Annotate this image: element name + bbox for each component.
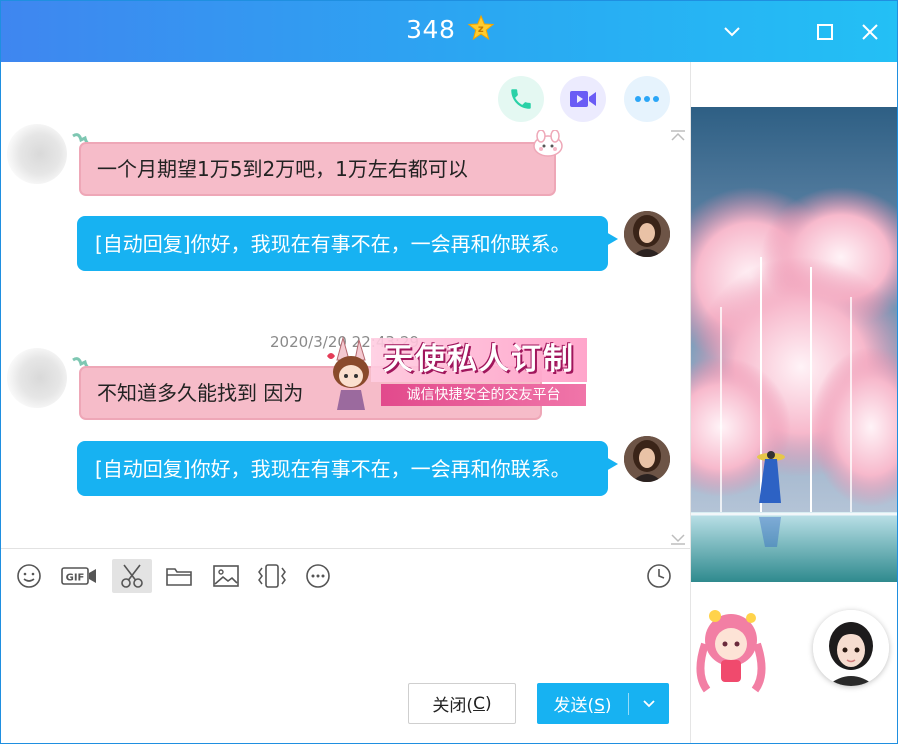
dropdown-button[interactable]: [719, 19, 745, 45]
friend-avatar-blurred[interactable]: [7, 348, 67, 408]
message-text: [自动回复]你好，我现在有事不在，一会再和你联系。: [95, 457, 571, 481]
message-bubble-received[interactable]: 一个月期望1万5到2万吧，1万左右都可以: [79, 142, 556, 196]
friend-avatar-blurred[interactable]: [7, 124, 67, 184]
message-text: [自动回复]你好，我现在有事不在，一会再和你联系。: [95, 232, 571, 256]
scroll-down-arrow-icon[interactable]: [669, 533, 687, 545]
message-text: 一个月期望1万5到2万吧，1万左右都可以: [97, 157, 468, 181]
message-input[interactable]: [11, 601, 681, 676]
bunny-sticker-icon: [533, 130, 563, 157]
maximize-button[interactable]: [812, 19, 838, 45]
smiley-icon: [17, 564, 41, 588]
my-avatar[interactable]: [624, 211, 670, 257]
folder-icon: [166, 568, 192, 586]
emoji-button[interactable]: [9, 559, 49, 593]
message-history-button[interactable]: [639, 559, 679, 593]
window-shake-button[interactable]: [252, 559, 292, 593]
friend-show-image[interactable]: [691, 107, 897, 582]
send-file-button[interactable]: [159, 559, 199, 593]
video-camera-icon: [570, 91, 596, 107]
svg-text:z: z: [478, 24, 484, 35]
send-image-button[interactable]: [206, 559, 246, 593]
more-tools-button[interactable]: [298, 559, 338, 593]
more-circle-icon: [306, 564, 330, 588]
bubble-tail: [606, 232, 618, 246]
send-label: 发送(S): [553, 696, 612, 716]
more-dots-icon: [635, 96, 659, 102]
close-button[interactable]: 关闭(C): [408, 683, 516, 724]
input-divider: [1, 548, 690, 549]
gif-icon: GIF: [61, 567, 96, 585]
video-call-button[interactable]: [560, 76, 606, 122]
friend-show-panel: [691, 62, 897, 743]
close-window-button[interactable]: [857, 19, 883, 45]
voice-call-button[interactable]: [498, 76, 544, 122]
chevron-down-icon: [724, 27, 740, 37]
title-area: 348 z: [1, 14, 897, 47]
maximize-icon: [817, 24, 833, 40]
watermark-overlay: 天使私人订制 诚信快捷安全的交友平台: [319, 336, 589, 412]
friend-3d-avatar[interactable]: [813, 610, 889, 686]
vibrate-icon: [258, 564, 286, 588]
message-text: 不知道多久能找到 因为: [97, 381, 304, 405]
scissors-icon: [121, 564, 143, 588]
send-button[interactable]: 发送(S): [537, 683, 669, 724]
svg-text:GIF: GIF: [66, 573, 85, 584]
bubble-tail: [606, 457, 618, 471]
watermark-title: 天使私人订制: [371, 338, 587, 382]
message-bubble-sent[interactable]: [自动回复]你好，我现在有事不在，一会再和你联系。: [77, 216, 608, 271]
screenshot-button[interactable]: [112, 559, 152, 593]
close-icon: [862, 24, 878, 40]
gif-button[interactable]: GIF: [59, 559, 99, 593]
send-options-button[interactable]: [629, 699, 669, 709]
message-list[interactable]: 一个月期望1万5到2万吧，1万左右都可以 [自动回复]你好，我现在有事不在，一会…: [1, 62, 690, 548]
window-title: 348: [406, 15, 456, 44]
title-bar[interactable]: 348 z: [1, 1, 897, 62]
more-actions-button[interactable]: [624, 76, 670, 122]
chat-window: 348 z 一个月期望1万5到2万吧，1万左右都可以 [自动回复]你好，我现在有…: [0, 0, 898, 744]
image-icon: [213, 565, 239, 587]
phone-icon: [511, 89, 531, 109]
vip-star-icon[interactable]: z: [467, 14, 495, 47]
watermark-subtitle: 诚信快捷安全的交友平台: [381, 384, 586, 406]
message-bubble-sent[interactable]: [自动回复]你好，我现在有事不在，一会再和你联系。: [77, 441, 608, 496]
clock-icon: [647, 564, 671, 588]
input-toolbar: GIF: [1, 557, 690, 597]
scroll-up-arrow-icon[interactable]: [669, 130, 687, 142]
anime-character-sticker-icon: [696, 610, 766, 693]
my-avatar[interactable]: [624, 436, 670, 482]
chevron-down-icon: [643, 699, 655, 707]
